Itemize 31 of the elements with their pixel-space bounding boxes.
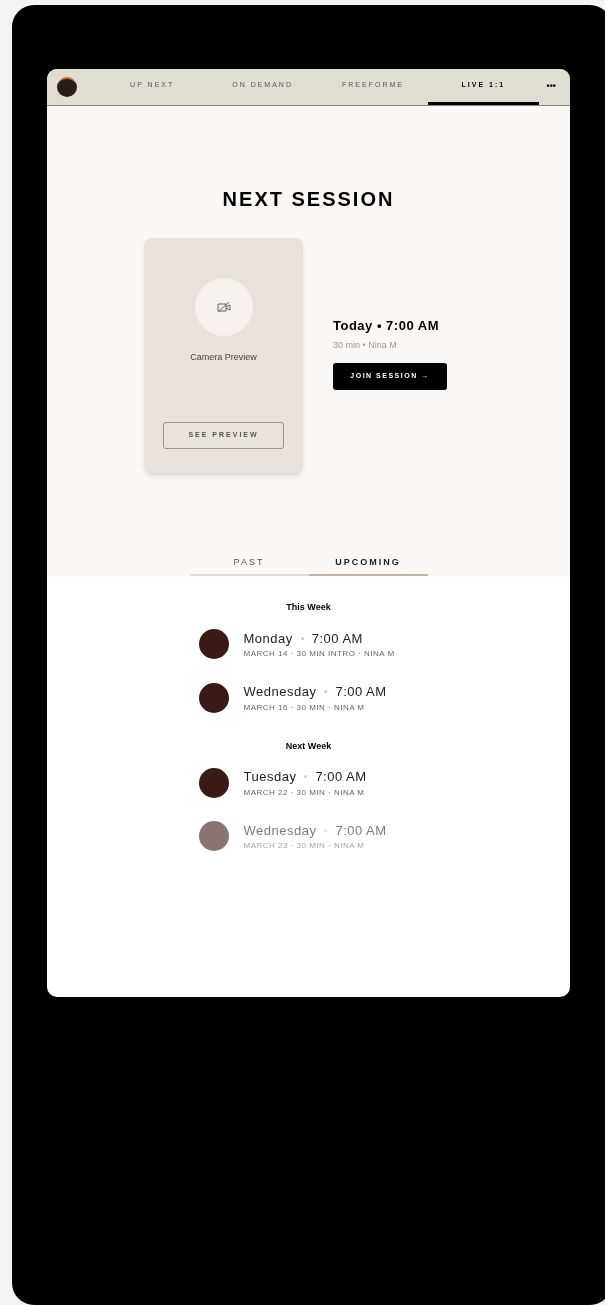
session-day: Wednesday: [243, 682, 317, 702]
session-time: 7:00 AM: [315, 768, 367, 786]
session-tab[interactable]: PAST: [189, 555, 309, 576]
camera-off-icon: [216, 301, 231, 313]
group-heading: This Week: [286, 601, 331, 614]
session-time: 7:00 AM: [311, 629, 363, 648]
session-details: 30 min • Nina M: [333, 338, 398, 352]
session-meta: MARCH 22 · 30 MIN · NINA M: [243, 786, 366, 799]
trainer-avatar: [198, 767, 229, 798]
session-meta: MARCH 23 · 30 MIN · NINA M: [243, 840, 366, 852]
trainer-avatar: [198, 682, 229, 713]
trainer-avatar: [198, 629, 229, 660]
session-row[interactable]: Monday 7:00 AM MARCH 14 · 30 MIN INTRO · NINA M: [198, 628, 419, 660]
section-title: NEXT SESSION: [222, 187, 395, 212]
session-row[interactable]: Wednesday 7:00 AM MARCH 23 · 30 MIN · NINA M: [198, 820, 419, 852]
session-time: 7:00 AM: [335, 683, 387, 701]
session-meta: MARCH 14 · 30 MIN INTRO · NINA M: [243, 648, 395, 660]
session-tab[interactable]: UPCOMING: [308, 555, 428, 576]
session-time: Today • 7:00 AM: [333, 317, 440, 335]
session-day: Wednesday: [243, 820, 317, 840]
profile-avatar[interactable]: [57, 77, 77, 97]
trainer-avatar: [198, 821, 229, 852]
session-meta: MARCH 16 · 30 MIN · NINA M: [243, 701, 366, 714]
group-heading: Next Week: [285, 739, 332, 753]
camera-preview-label: Camera Preview: [190, 351, 257, 364]
more-menu-button[interactable]: •••: [546, 80, 556, 94]
session-day: Monday: [243, 628, 293, 648]
session-day: Tuesday: [243, 767, 297, 787]
session-row[interactable]: Tuesday 7:00 AM MARCH 22 · 30 MIN · NINA M: [198, 767, 419, 799]
session-time: 7:00 AM: [335, 821, 387, 840]
session-row[interactable]: Wednesday 7:00 AM MARCH 16 · 30 MIN · NINA M: [198, 682, 419, 714]
